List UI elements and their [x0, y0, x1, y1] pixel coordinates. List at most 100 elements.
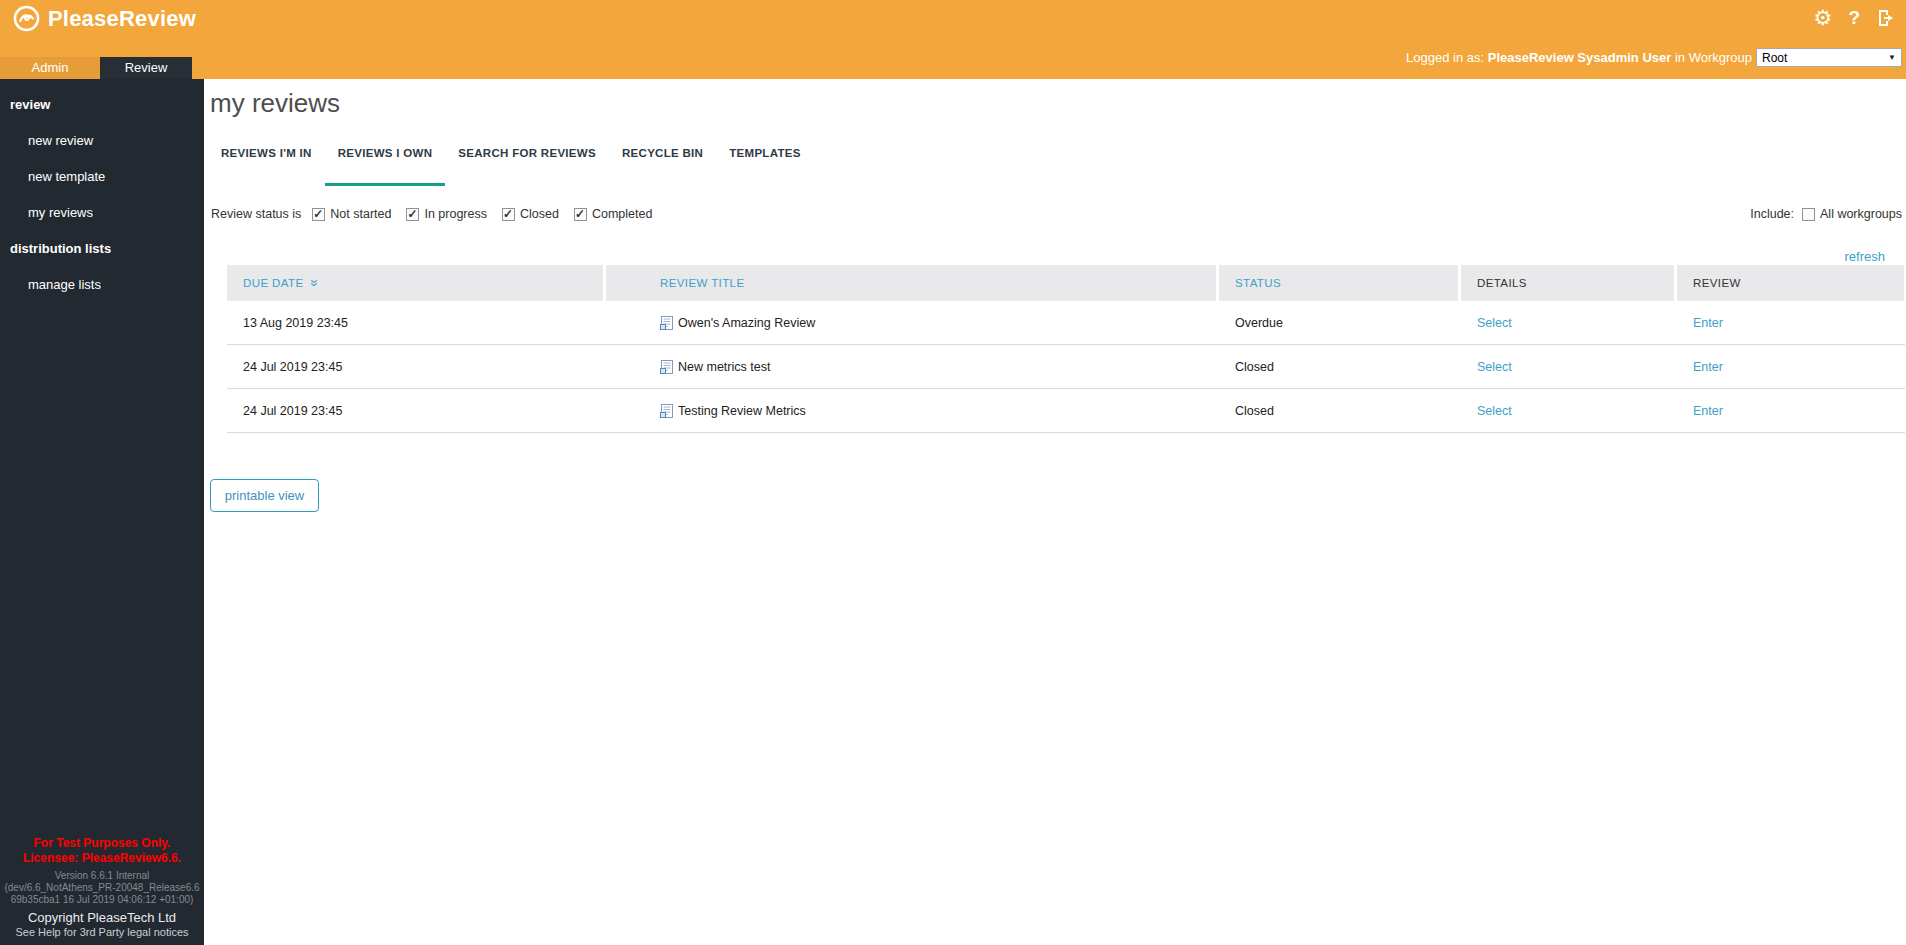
completed-label: Completed	[592, 207, 652, 221]
enter-link[interactable]: Enter	[1693, 404, 1723, 418]
column-status[interactable]: STATUS	[1219, 265, 1458, 301]
sidebar-item-my-reviews[interactable]: my reviews	[28, 206, 93, 220]
legal-notice[interactable]: See Help for 3rd Party legal notices	[0, 926, 204, 939]
column-details: DETAILS	[1461, 265, 1674, 301]
include-filter: Include: All workgroups	[1750, 207, 1902, 221]
review-title-text[interactable]: New metrics test	[678, 360, 770, 374]
status-filter-label: Review status is	[211, 207, 301, 221]
table-header: DUE DATE» REVIEW TITLE STATUS DETAILS RE…	[227, 265, 1905, 301]
brand: PleaseReview	[13, 5, 196, 32]
in-progress-checkbox[interactable]	[406, 208, 419, 221]
copyright: Copyright PleaseTech Ltd	[0, 910, 204, 926]
sidebar-heading-review: review	[10, 98, 50, 112]
select-link[interactable]: Select	[1477, 360, 1512, 374]
table-row: 24 Jul 2019 23:45 New metrics test Close…	[227, 345, 1905, 389]
page-title: my reviews	[210, 88, 340, 119]
due-date-header-label: DUE DATE	[243, 277, 304, 289]
review-title-cell: Owen's Amazing Review	[606, 316, 1216, 330]
closed-label: Closed	[520, 207, 559, 221]
logout-icon[interactable]	[1876, 8, 1896, 28]
reviews-table: DUE DATE» REVIEW TITLE STATUS DETAILS RE…	[227, 265, 1905, 433]
version-line3: 69b35cba1 16 Jul 2019 04:06:12 +01:00)	[0, 894, 204, 906]
license-notice-line2: Licensee: PleaseReview6.6.	[0, 851, 204, 866]
column-review: REVIEW	[1677, 265, 1904, 301]
column-review-title[interactable]: REVIEW TITLE	[606, 265, 1216, 301]
status-header-label: STATUS	[1235, 277, 1281, 289]
sidebar-item-new-review[interactable]: new review	[28, 134, 93, 148]
review-title-text[interactable]: Testing Review Metrics	[678, 404, 806, 418]
due-date-cell: 24 Jul 2019 23:45	[227, 404, 603, 418]
header-actions: ⚙ ?	[1814, 5, 1896, 31]
due-date-cell: 24 Jul 2019 23:45	[227, 360, 603, 374]
status-filter: Review status is Not started In progress…	[211, 207, 667, 221]
review-title-cell: New metrics test	[606, 360, 1216, 374]
status-cell: Closed	[1219, 360, 1458, 374]
document-icon	[660, 404, 673, 418]
enter-link[interactable]: Enter	[1693, 316, 1723, 330]
dropdown-arrow-icon: ▼	[1888, 53, 1896, 62]
user-name: PleaseReview Sysadmin User	[1488, 50, 1672, 65]
review-tabs: REVIEWS I'M IN REVIEWS I OWN SEARCH FOR …	[208, 140, 814, 186]
printable-view-button[interactable]: printable view	[210, 479, 319, 512]
module-tabs: Admin Review	[0, 57, 192, 79]
all-workgroups-option[interactable]: All workgroups	[1802, 207, 1902, 221]
version-line1: Version 6.6.1 Internal	[0, 870, 204, 882]
review-title-header-label: REVIEW TITLE	[660, 277, 744, 289]
filter-completed[interactable]: Completed	[574, 207, 652, 221]
tab-reviews-i-own[interactable]: REVIEWS I OWN	[325, 140, 446, 186]
version-line2: (dev/6.6_NotAthens_PR-20048_Release6.6	[0, 882, 204, 894]
help-icon[interactable]: ?	[1848, 5, 1860, 31]
completed-checkbox[interactable]	[574, 208, 587, 221]
review-header-label: REVIEW	[1693, 277, 1741, 289]
select-link[interactable]: Select	[1477, 316, 1512, 330]
details-header-label: DETAILS	[1477, 277, 1527, 289]
sort-descending-icon: »	[307, 279, 323, 287]
in-progress-label: In progress	[424, 207, 487, 221]
logged-in-prefix: Logged in as:	[1406, 50, 1484, 65]
brand-name: PleaseReview	[48, 6, 196, 32]
tab-templates[interactable]: TEMPLATES	[716, 140, 814, 186]
filter-closed[interactable]: Closed	[502, 207, 559, 221]
not-started-checkbox[interactable]	[312, 208, 325, 221]
document-icon	[660, 316, 673, 330]
enter-link[interactable]: Enter	[1693, 360, 1723, 374]
main-content: my reviews REVIEWS I'M IN REVIEWS I OWN …	[204, 79, 1906, 945]
due-date-cell: 13 Aug 2019 23:45	[227, 316, 603, 330]
tab-reviews-im-in[interactable]: REVIEWS I'M IN	[208, 140, 325, 186]
review-title-cell: Testing Review Metrics	[606, 404, 1216, 418]
sidebar-footer: For Test Purposes Only. Licensee: Please…	[0, 836, 204, 939]
tab-search-for-reviews[interactable]: SEARCH FOR REVIEWS	[445, 140, 609, 186]
tab-admin[interactable]: Admin	[0, 57, 100, 79]
workgroup-value: Root	[1762, 51, 1787, 65]
review-title-text[interactable]: Owen's Amazing Review	[678, 316, 815, 330]
column-due-date[interactable]: DUE DATE»	[227, 265, 603, 301]
status-cell: Closed	[1219, 404, 1458, 418]
tab-review[interactable]: Review	[100, 57, 192, 79]
sidebar-heading-distribution-lists: distribution lists	[10, 242, 111, 256]
refresh-link[interactable]: refresh	[1845, 249, 1885, 264]
table-row: 13 Aug 2019 23:45 Owen's Amazing Review …	[227, 301, 1905, 345]
license-notice-line1: For Test Purposes Only.	[0, 836, 204, 851]
filter-not-started[interactable]: Not started	[312, 207, 391, 221]
table-row: 24 Jul 2019 23:45 Testing Review Metrics…	[227, 389, 1905, 433]
closed-checkbox[interactable]	[502, 208, 515, 221]
sidebar: review new review new template my review…	[0, 79, 204, 945]
workgroup-select[interactable]: Root ▼	[1756, 48, 1902, 67]
pleasereview-logo-icon	[13, 5, 40, 32]
document-icon	[660, 360, 673, 374]
logged-in-suffix: in Workgroup	[1675, 50, 1752, 65]
sidebar-item-manage-lists[interactable]: manage lists	[28, 278, 101, 292]
logged-in-status: Logged in as: PleaseReview Sysadmin User…	[1406, 50, 1752, 65]
app-header: PleaseReview ⚙ ? Admin Review Logged in …	[0, 0, 1906, 79]
filter-in-progress[interactable]: In progress	[406, 207, 487, 221]
all-workgroups-label: All workgroups	[1820, 207, 1902, 221]
sidebar-item-new-template[interactable]: new template	[28, 170, 105, 184]
all-workgroups-checkbox[interactable]	[1802, 208, 1815, 221]
status-cell: Overdue	[1219, 316, 1458, 330]
tab-recycle-bin[interactable]: RECYCLE BIN	[609, 140, 716, 186]
select-link[interactable]: Select	[1477, 404, 1512, 418]
page: PleaseReview ⚙ ? Admin Review Logged in …	[0, 0, 1906, 945]
not-started-label: Not started	[330, 207, 391, 221]
settings-gear-icon[interactable]: ⚙	[1814, 5, 1833, 31]
include-label: Include:	[1750, 207, 1794, 221]
